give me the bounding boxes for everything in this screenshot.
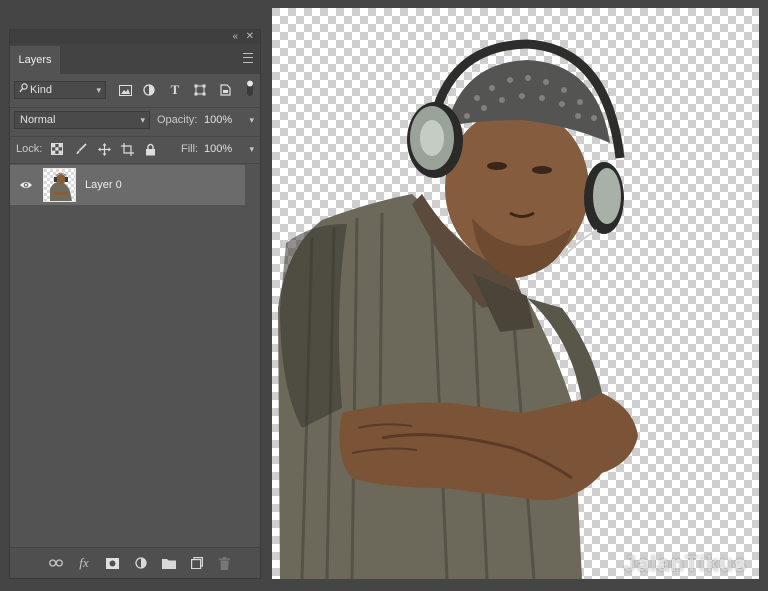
layer-name[interactable]: Layer 0 xyxy=(85,165,122,205)
opacity-field[interactable]: 100% ▾ xyxy=(204,111,254,129)
filter-toggle-icon[interactable] xyxy=(242,80,258,96)
chevron-down-icon: ▾ xyxy=(249,144,254,154)
panel-tab-strip: Layers xyxy=(10,44,260,74)
filter-row: Kind ▾ T xyxy=(10,80,260,107)
chevron-down-icon: ▾ xyxy=(140,115,145,125)
filter-smart-object-icon[interactable] xyxy=(217,82,233,98)
panel-title-bar: « ✕ xyxy=(10,30,260,44)
divider xyxy=(10,136,260,137)
layer-visibility-eye-icon[interactable] xyxy=(19,178,33,192)
search-icon xyxy=(19,82,28,98)
lock-all-icon[interactable] xyxy=(142,141,158,157)
new-layer-icon[interactable] xyxy=(190,556,204,570)
filter-kind-label: Kind xyxy=(30,84,53,96)
filter-kind-dropdown[interactable]: Kind ▾ xyxy=(14,81,106,99)
filter-adjustment-layer-icon[interactable] xyxy=(141,82,157,98)
new-adjustment-layer-icon[interactable] xyxy=(134,556,148,570)
layers-bottom-toolbar: fx xyxy=(10,547,260,578)
opacity-label: Opacity: xyxy=(157,114,198,126)
filter-shape-layer-icon[interactable] xyxy=(192,82,208,98)
subject-photo xyxy=(278,39,638,579)
delete-layer-trash-icon[interactable] xyxy=(217,556,231,570)
lock-transparent-pixels-icon[interactable] xyxy=(49,141,65,157)
lock-label: Lock: xyxy=(16,143,43,155)
document-canvas[interactable]: JalanTikus xyxy=(272,8,759,579)
collapse-panel-button[interactable]: « xyxy=(232,31,238,43)
filter-type-layer-icon[interactable]: T xyxy=(167,82,183,98)
chevron-down-icon: ▾ xyxy=(96,85,101,95)
layer-row[interactable]: Layer 0 xyxy=(10,165,245,205)
lock-position-move-icon[interactable] xyxy=(96,141,112,157)
fill-value: 100% xyxy=(204,143,233,155)
layer-style-fx-icon[interactable]: fx xyxy=(77,555,91,570)
blend-row: Normal ▾ Opacity: 100% ▾ xyxy=(10,111,260,137)
layers-panel: « ✕ Layers Kind ▾ T Normal ▾ Opacity: 10… xyxy=(9,29,261,579)
panel-menu-icon[interactable] xyxy=(243,53,253,63)
close-panel-button[interactable]: ✕ xyxy=(246,31,254,43)
divider xyxy=(10,107,260,108)
watermark-logo: JalanTikus xyxy=(623,551,747,576)
opacity-value: 100% xyxy=(204,114,233,126)
blend-mode-value: Normal xyxy=(20,114,56,126)
tab-layers[interactable]: Layers xyxy=(10,46,60,74)
blend-mode-dropdown[interactable]: Normal ▾ xyxy=(14,111,150,129)
filter-pixel-layer-icon[interactable] xyxy=(117,82,133,98)
lock-artboard-crop-icon[interactable] xyxy=(119,141,135,157)
chevron-down-icon: ▾ xyxy=(249,115,254,125)
layer-thumbnail[interactable] xyxy=(43,168,76,202)
fill-label: Fill: xyxy=(181,143,199,155)
link-layers-icon[interactable] xyxy=(49,556,63,570)
add-layer-mask-icon[interactable] xyxy=(105,556,119,570)
new-group-folder-icon[interactable] xyxy=(162,556,176,570)
divider xyxy=(10,163,260,164)
lock-image-pixels-brush-icon[interactable] xyxy=(73,141,89,157)
fill-field[interactable]: 100% ▾ xyxy=(204,140,254,158)
